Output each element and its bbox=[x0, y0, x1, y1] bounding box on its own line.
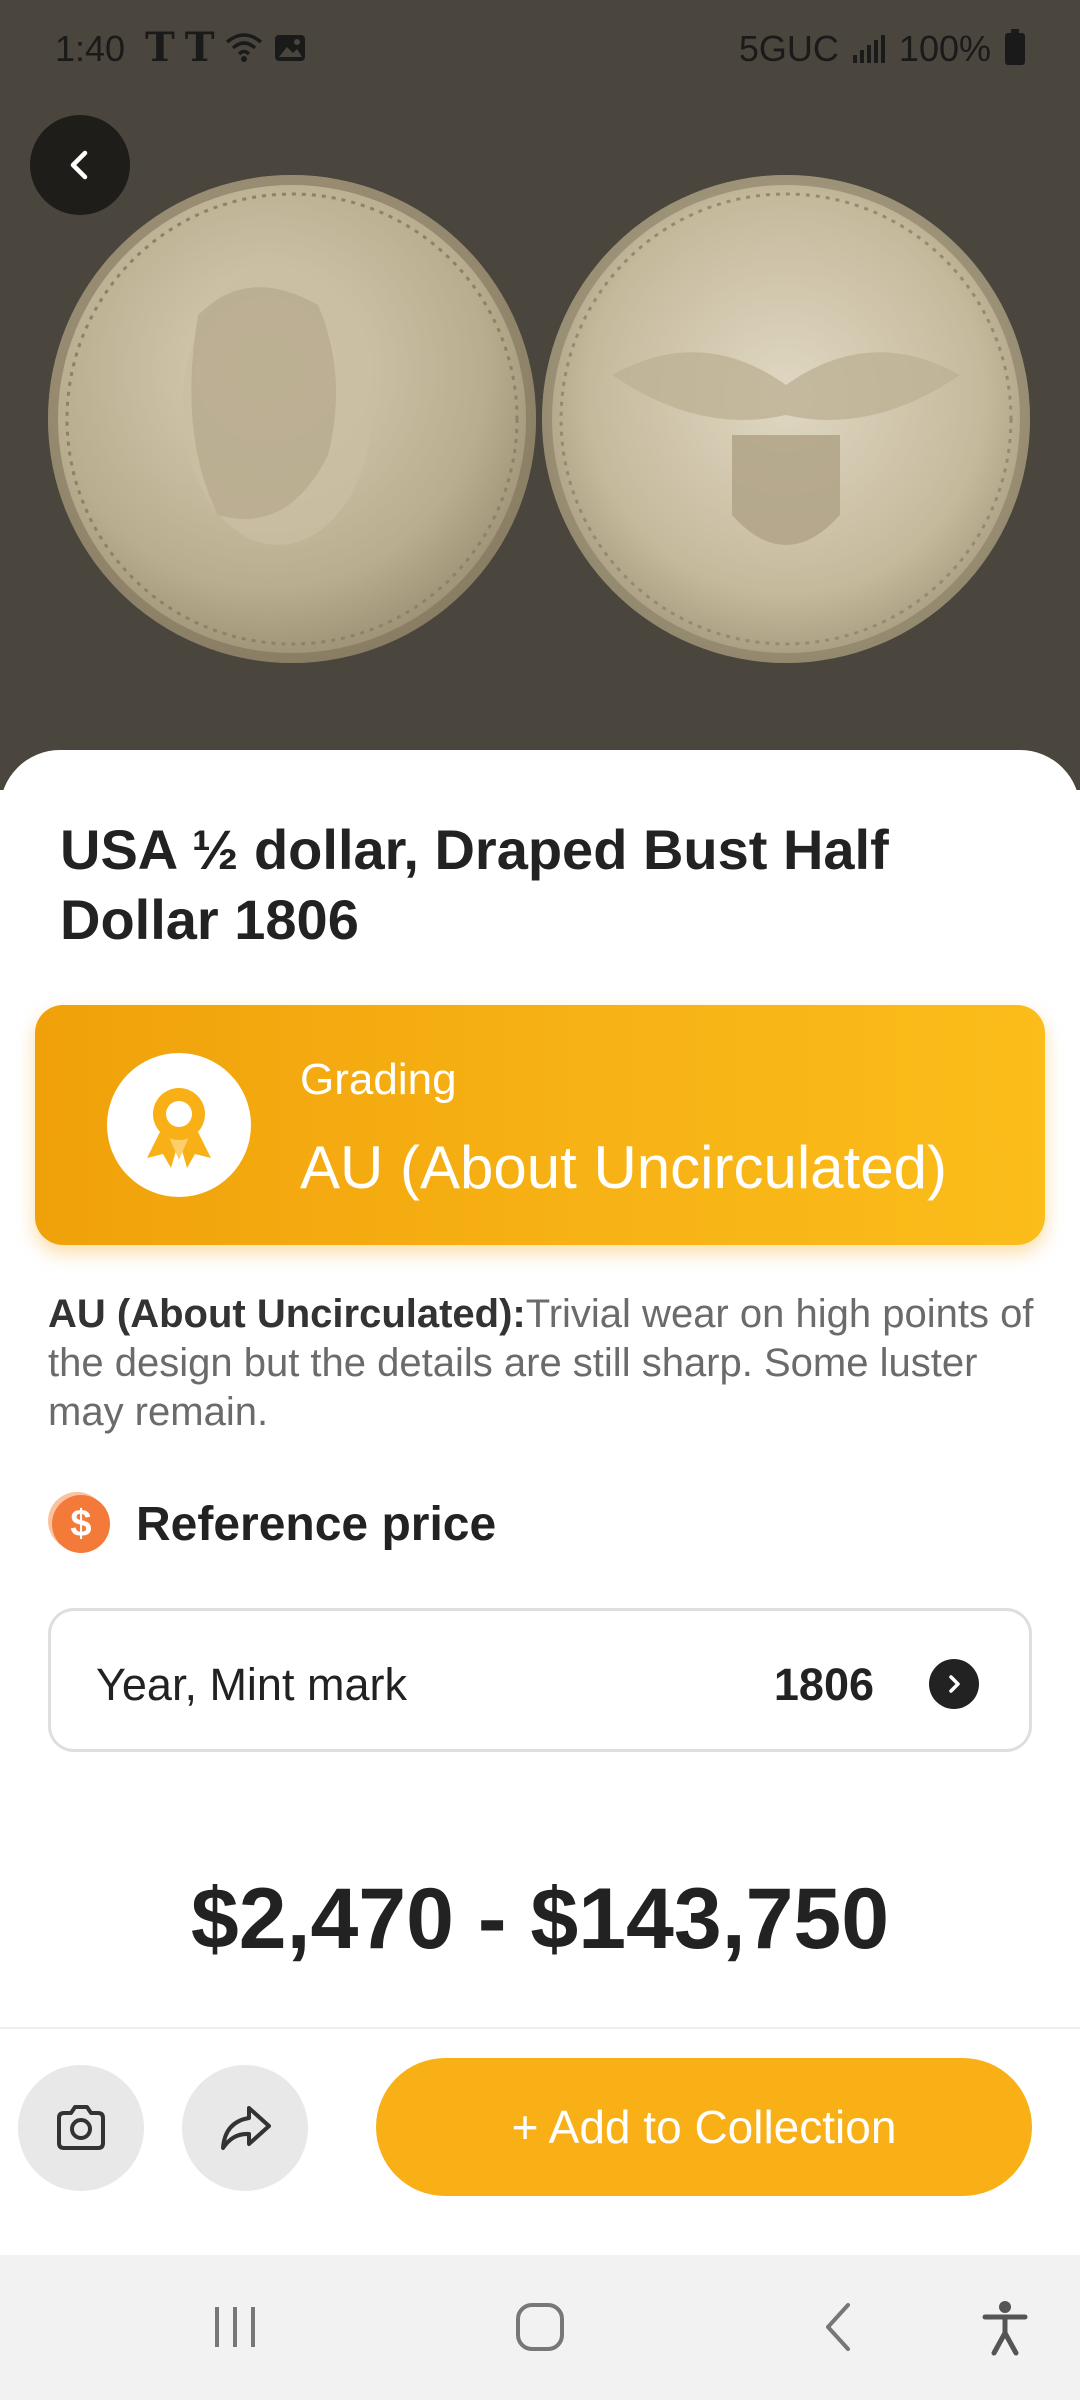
status-right: 5GUC 100% bbox=[739, 28, 1025, 70]
recent-apps-button[interactable] bbox=[210, 2297, 260, 2362]
accessibility-icon bbox=[982, 2301, 1028, 2356]
image-icon bbox=[274, 35, 305, 61]
dollar-icon: $ bbox=[52, 1495, 110, 1553]
camera-button[interactable] bbox=[18, 2065, 144, 2191]
carrier-icon: T bbox=[145, 24, 175, 71]
grading-value: AU (About Uncirculated) bbox=[300, 1134, 947, 1201]
coin-obverse-art bbox=[65, 192, 519, 646]
year-mint-value: 1806 bbox=[773, 1659, 874, 1710]
home-icon bbox=[516, 2303, 564, 2351]
status-time: 1:40 bbox=[55, 28, 126, 69]
reference-price-header: $ Reference price bbox=[52, 1495, 496, 1553]
coin-reverse-art bbox=[559, 192, 1013, 646]
battery-label: 100% bbox=[898, 28, 991, 69]
coin-obverse-image[interactable] bbox=[48, 175, 536, 663]
home-button[interactable] bbox=[510, 2297, 570, 2362]
wifi-icon bbox=[225, 33, 262, 62]
coin-hero: 1:40 T T 5GUC 100% bbox=[0, 0, 1080, 790]
price-range: $2,470 - $143,750 bbox=[190, 1871, 890, 1967]
add-to-collection-button[interactable]: + Add to Collection bbox=[376, 2058, 1032, 2196]
recent-apps-icon bbox=[215, 2307, 255, 2347]
network-label: 5GUC bbox=[738, 28, 839, 69]
signal-icon bbox=[852, 35, 885, 63]
chevron-right-icon bbox=[929, 1659, 979, 1709]
year-mint-selector[interactable]: Year, Mint mark 1806 bbox=[48, 1608, 1032, 1752]
grading-card[interactable]: Grading AU (About Uncirculated) bbox=[35, 1005, 1045, 1245]
award-icon bbox=[107, 1053, 251, 1197]
share-icon bbox=[221, 2106, 271, 2150]
share-button[interactable] bbox=[182, 2065, 308, 2191]
coin-reverse-image[interactable] bbox=[542, 175, 1030, 663]
system-nav-bar bbox=[0, 2255, 1080, 2400]
grade-term: AU (About Uncirculated): bbox=[48, 1292, 526, 1336]
chevron-left-icon bbox=[70, 150, 88, 180]
bottom-divider bbox=[0, 2027, 1080, 2029]
accessibility-button[interactable] bbox=[980, 2297, 1030, 2362]
grade-description: AU (About Uncirculated):Trivial wear on … bbox=[48, 1290, 1038, 1437]
coin-title: USA ½ dollar, Draped Bust Half Dollar 18… bbox=[60, 818, 889, 951]
battery-icon bbox=[1005, 29, 1025, 65]
status-left-icons: T T bbox=[145, 28, 307, 68]
carrier-icon-2: T bbox=[184, 24, 215, 71]
back-button[interactable] bbox=[30, 115, 130, 215]
reference-price-title: Reference price bbox=[136, 1497, 497, 1551]
year-mint-label: Year, Mint mark bbox=[96, 1659, 407, 1710]
nav-back-button[interactable] bbox=[818, 2297, 858, 2362]
back-icon bbox=[826, 2303, 850, 2351]
camera-icon bbox=[57, 2105, 105, 2150]
grading-label: Grading bbox=[300, 1055, 457, 1104]
status-bar: 1:40 T T 5GUC 100% bbox=[0, 0, 1080, 100]
